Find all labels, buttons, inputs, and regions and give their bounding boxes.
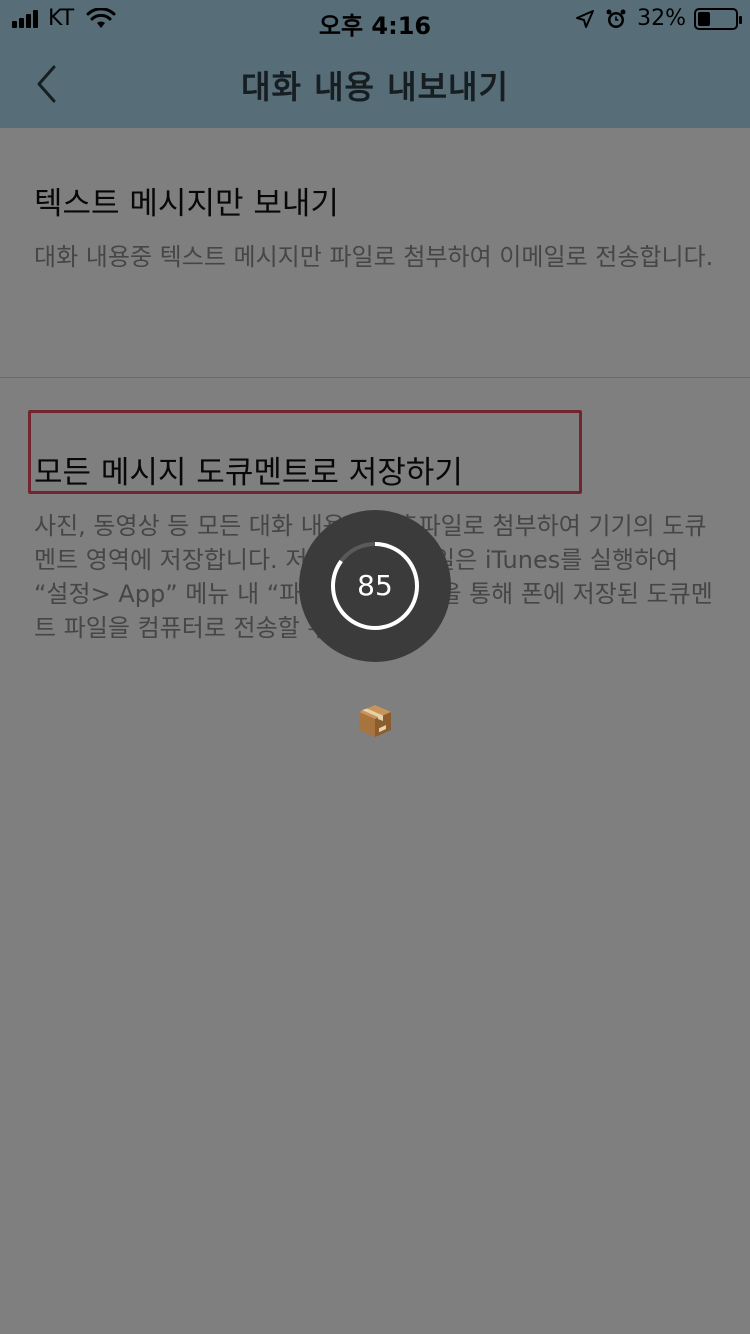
progress-hud: 85 — [299, 510, 451, 662]
progress-value: 85 — [357, 569, 393, 602]
package-box-icon — [359, 705, 391, 737]
dim-overlay — [0, 0, 750, 1334]
